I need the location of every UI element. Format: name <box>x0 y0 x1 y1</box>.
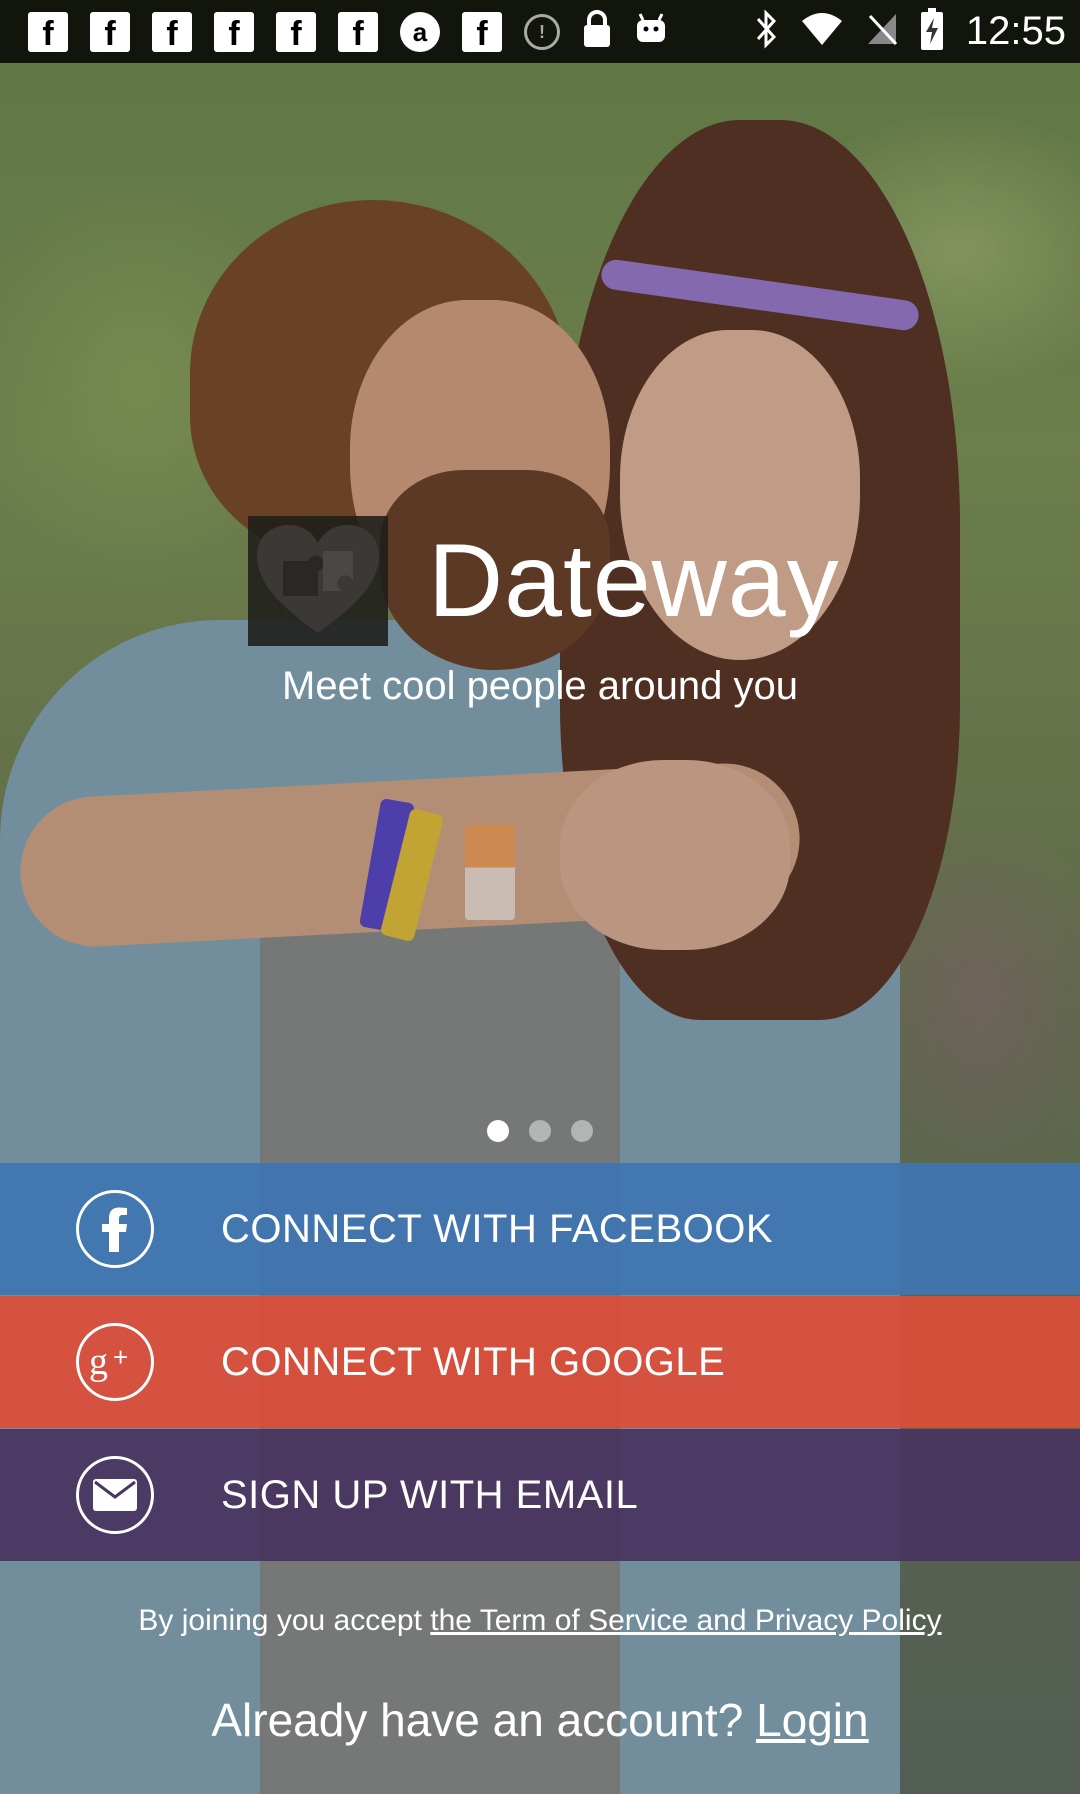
puzzle-heart-icon <box>248 516 388 646</box>
system-icons: 12:55 <box>754 8 1066 55</box>
svg-text:+: + <box>113 1342 128 1372</box>
login-prompt: Already have an account? Login <box>0 1693 1080 1747</box>
facebook-icon: f <box>462 11 502 53</box>
lock-icon <box>582 10 612 53</box>
svg-text:g: g <box>89 1341 108 1383</box>
facebook-icon: f <box>276 11 316 53</box>
google-button-label: CONNECT WITH GOOGLE <box>221 1339 726 1384</box>
notification-icons: f f f f f f a f ! <box>28 10 754 53</box>
pager-indicator <box>0 1120 1080 1142</box>
status-bar: f f f f f f a f ! 12:55 <box>0 0 1080 63</box>
facebook-icon: f <box>90 11 130 53</box>
app-a-icon: a <box>400 11 440 52</box>
bluetooth-icon <box>754 9 778 54</box>
terms-link[interactable]: the Term of Service and Privacy Policy <box>430 1604 941 1637</box>
android-icon <box>634 12 668 51</box>
pager-dot[interactable] <box>571 1120 593 1142</box>
facebook-icon: f <box>214 11 254 53</box>
signup-email-button[interactable]: SIGN UP WITH EMAIL <box>0 1429 1080 1561</box>
facebook-icon: f <box>28 11 68 53</box>
facebook-icon <box>76 1190 154 1268</box>
connect-google-button[interactable]: g + CONNECT WITH GOOGLE <box>0 1296 1080 1428</box>
tagline: Meet cool people around you <box>282 664 798 708</box>
pager-dot-active[interactable] <box>487 1120 509 1142</box>
login-link[interactable]: Login <box>756 1694 869 1746</box>
facebook-icon: f <box>338 11 378 53</box>
terms-text: By joining you accept the Term of Servic… <box>0 1604 1080 1638</box>
login-prompt-text: Already have an account? <box>211 1694 757 1746</box>
wifi-icon <box>800 11 844 52</box>
no-signal-icon <box>866 12 898 51</box>
google-plus-icon: g + <box>76 1323 154 1401</box>
pager-dot[interactable] <box>529 1120 551 1142</box>
email-button-label: SIGN UP WITH EMAIL <box>221 1472 639 1517</box>
facebook-icon: f <box>152 11 192 53</box>
status-time: 12:55 <box>965 9 1066 53</box>
terms-prefix: By joining you accept <box>138 1604 431 1637</box>
facebook-button-label: CONNECT WITH FACEBOOK <box>221 1206 774 1251</box>
app-name: Dateway <box>428 522 840 639</box>
info-icon: ! <box>524 13 560 50</box>
brand-header: Dateway <box>248 516 840 646</box>
battery-charging-icon <box>920 8 944 55</box>
connect-facebook-button[interactable]: CONNECT WITH FACEBOOK <box>0 1163 1080 1295</box>
mail-icon <box>76 1456 154 1534</box>
